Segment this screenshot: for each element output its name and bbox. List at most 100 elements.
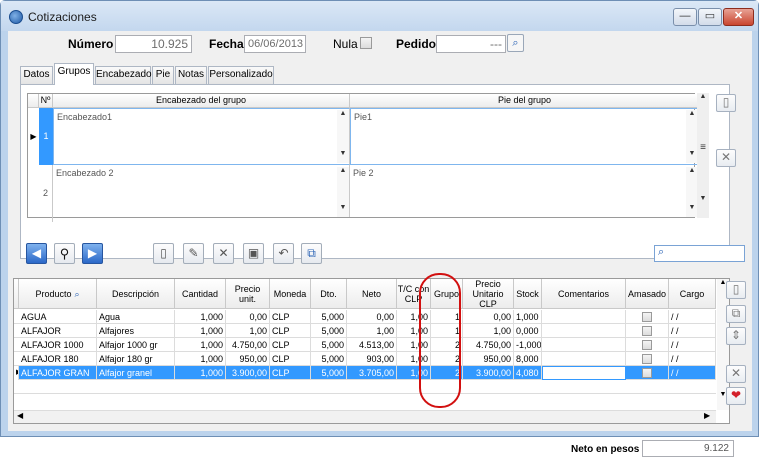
cell-descripcion[interactable]: Alfajor 1000 gr bbox=[97, 338, 175, 352]
cell-comentarios[interactable] bbox=[542, 338, 626, 352]
cell-precio_clp[interactable]: 950,00 bbox=[463, 352, 514, 366]
close-button[interactable]: ✕ bbox=[723, 8, 754, 26]
edit-pencil-icon[interactable]: ✎ bbox=[183, 243, 204, 264]
table-row-empty[interactable] bbox=[14, 380, 716, 394]
cell-cargo[interactable]: / / bbox=[669, 338, 716, 352]
hearts-icon[interactable]: ❤ bbox=[726, 387, 746, 405]
cell-descripcion[interactable]: Alfajores bbox=[97, 324, 175, 338]
undo-icon[interactable]: ↶ bbox=[273, 243, 294, 264]
cell-descripcion[interactable]: Alfajor granel bbox=[97, 366, 175, 380]
cell-moneda[interactable]: CLP bbox=[270, 310, 311, 324]
col-header-precio[interactable]: Precio unit. bbox=[226, 279, 270, 309]
copy-icon[interactable]: ⧉ bbox=[301, 243, 322, 264]
search-icon[interactable]: ⌕ bbox=[74, 289, 79, 299]
cell-producto[interactable]: ALFAJOR GRAN bbox=[19, 366, 97, 380]
new-document-icon[interactable]: ▯ bbox=[726, 281, 746, 299]
save-icon[interactable]: ▣ bbox=[243, 243, 264, 264]
col-header-descripcion[interactable]: Descripción bbox=[97, 279, 175, 309]
tab-pie[interactable]: Pie bbox=[152, 66, 174, 84]
cell-descripcion[interactable]: Agua bbox=[97, 310, 175, 324]
col-header-neto[interactable]: Neto bbox=[347, 279, 397, 309]
group-footer-cell[interactable]: Pie 2 bbox=[350, 165, 700, 217]
cell-precio_clp[interactable]: 4.750,00 bbox=[463, 338, 514, 352]
table-row[interactable]: AGUA Agua 1,000 0,00 CLP 5,000 0,00 1,00 1 0,00 1,… bbox=[14, 310, 716, 324]
table-row[interactable]: ▶ALFAJOR GRANAlfajor granel1,0003.900,00… bbox=[14, 366, 716, 380]
amasado-checkbox[interactable] bbox=[642, 368, 652, 378]
cell-descripcion[interactable]: Alfajor 180 gr bbox=[97, 352, 175, 366]
fecha-field[interactable]: 06/06/2013 bbox=[244, 35, 306, 53]
amasado-checkbox[interactable] bbox=[642, 340, 652, 350]
cell-amasado[interactable] bbox=[626, 366, 669, 380]
scroll-right-icon[interactable]: ▶ bbox=[704, 411, 710, 420]
group-header-cell[interactable]: Encabezado 2 bbox=[53, 165, 350, 217]
amasado-checkbox[interactable] bbox=[642, 354, 652, 364]
amasado-checkbox[interactable] bbox=[642, 312, 652, 322]
cell-precio[interactable]: 0,00 bbox=[226, 310, 270, 324]
cell-moneda[interactable]: CLP bbox=[270, 366, 311, 380]
cell-cargo[interactable]: / / bbox=[669, 352, 716, 366]
cell-cantidad[interactable]: 1,000 bbox=[175, 324, 226, 338]
cell-producto[interactable]: AGUA bbox=[19, 310, 97, 324]
cell-cargo[interactable]: / / bbox=[669, 310, 716, 324]
cell-dto[interactable]: 5,000 bbox=[311, 338, 347, 352]
new-item-icon[interactable]: ▯ bbox=[153, 243, 174, 264]
tab-notas[interactable]: Notas bbox=[175, 66, 207, 84]
cell-precio[interactable]: 1,00 bbox=[226, 324, 270, 338]
nula-checkbox[interactable] bbox=[360, 37, 372, 49]
cell-dto[interactable]: 5,000 bbox=[311, 324, 347, 338]
col-header-stock[interactable]: Stock bbox=[514, 279, 542, 309]
col-header-amasado[interactable]: Amasado bbox=[626, 279, 669, 309]
prev-arrow-icon[interactable]: ◀ bbox=[26, 243, 47, 264]
binoculars-icon[interactable]: ⚲ bbox=[54, 243, 75, 264]
col-header-cargo[interactable]: Cargo bbox=[669, 279, 716, 309]
numero-field[interactable]: 10.925 bbox=[115, 35, 192, 53]
cell-cargo[interactable]: / / bbox=[669, 324, 716, 338]
cell-amasado[interactable] bbox=[626, 324, 669, 338]
new-document-icon[interactable]: ▯ bbox=[716, 94, 736, 112]
col-header-comentarios[interactable]: Comentarios bbox=[542, 279, 626, 309]
cell-dto[interactable]: 5,000 bbox=[311, 352, 347, 366]
cell-stock[interactable]: 4,080 bbox=[514, 366, 542, 380]
cell-producto[interactable]: ALFAJOR bbox=[19, 324, 97, 338]
cell-comentarios[interactable] bbox=[542, 310, 626, 324]
cell-neto[interactable]: 1,00 bbox=[347, 324, 397, 338]
cell-amasado[interactable] bbox=[626, 352, 669, 366]
pedido-field[interactable]: --- bbox=[436, 35, 506, 53]
col-header-producto[interactable]: Producto ⌕ bbox=[19, 279, 97, 309]
cell-precio_clp[interactable]: 0,00 bbox=[463, 310, 514, 324]
horizontal-scrollbar[interactable]: ◀ ▶ bbox=[14, 410, 716, 423]
col-header-cantidad[interactable]: Cantidad bbox=[175, 279, 226, 309]
amasado-checkbox[interactable] bbox=[642, 326, 652, 336]
delete-icon[interactable]: ✕ bbox=[726, 365, 746, 383]
group-footer-cell[interactable]: Pie1 bbox=[350, 108, 700, 165]
cell-stock[interactable]: 0,000 bbox=[514, 324, 542, 338]
cell-cantidad[interactable]: 1,000 bbox=[175, 338, 226, 352]
cell-moneda[interactable]: CLP bbox=[270, 338, 311, 352]
cell-stock[interactable]: 8,000 bbox=[514, 352, 542, 366]
tab-personalizado[interactable]: Personalizado bbox=[208, 66, 274, 84]
cell-stock[interactable]: 1,000 bbox=[514, 310, 542, 324]
cell-precio[interactable]: 3.900,00 bbox=[226, 366, 270, 380]
cell-neto[interactable]: 0,00 bbox=[347, 310, 397, 324]
groups-scrollbar[interactable]: ▲ ≡ ▼ bbox=[697, 93, 709, 218]
search-input[interactable]: ⌕ bbox=[654, 245, 745, 262]
scroll-left-icon[interactable]: ◀ bbox=[17, 411, 23, 420]
next-arrow-icon[interactable]: ▶ bbox=[82, 243, 103, 264]
cell-cantidad[interactable]: 1,000 bbox=[175, 366, 226, 380]
minimize-button[interactable]: — bbox=[673, 8, 697, 26]
cell-precio_clp[interactable]: 3.900,00 bbox=[463, 366, 514, 380]
cell-cantidad[interactable]: 1,000 bbox=[175, 310, 226, 324]
cell-dto[interactable]: 5,000 bbox=[311, 310, 347, 324]
cell-stock[interactable]: -1,000 bbox=[514, 338, 542, 352]
delete-icon[interactable]: ✕ bbox=[716, 149, 736, 167]
table-row[interactable]: ALFAJOR 1000 Alfajor 1000 gr 1,000 4.750,00… bbox=[14, 338, 716, 352]
cell-amasado[interactable] bbox=[626, 338, 669, 352]
cell-precio[interactable]: 950,00 bbox=[226, 352, 270, 366]
cell-cargo[interactable]: / / bbox=[669, 366, 716, 380]
search-icon[interactable]: ⌕ bbox=[507, 34, 524, 52]
cell-dto[interactable]: 5,000 bbox=[311, 366, 347, 380]
cell-neto[interactable]: 903,00 bbox=[347, 352, 397, 366]
tab-datos[interactable]: Datos bbox=[20, 66, 53, 84]
col-header-precio-clp[interactable]: Precio Unitario CLP bbox=[463, 279, 514, 309]
reorder-icon[interactable]: ⇕ bbox=[726, 327, 746, 345]
